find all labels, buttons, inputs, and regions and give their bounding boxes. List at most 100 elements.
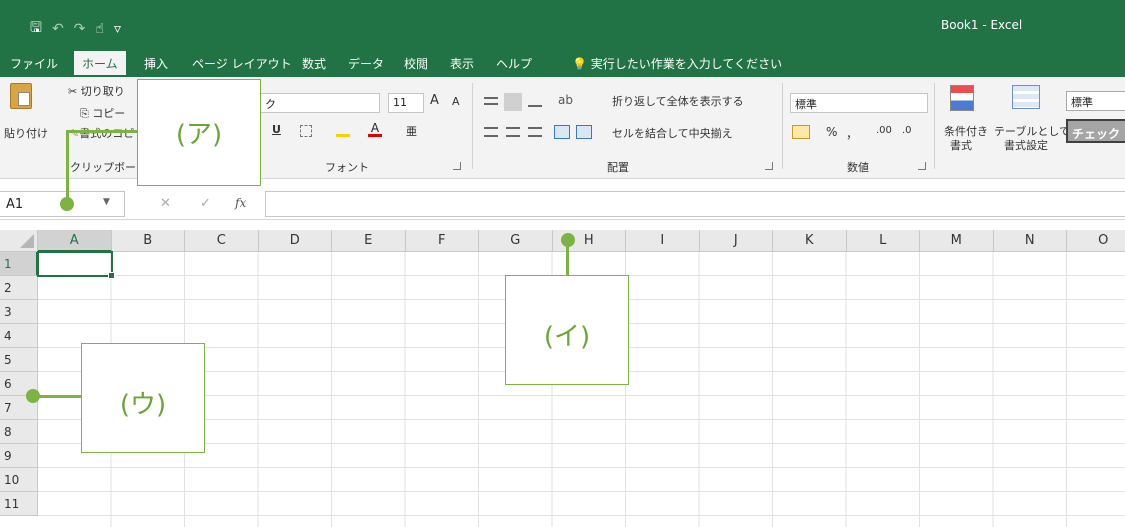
align-left-icon[interactable] [484, 127, 498, 137]
number-dialog-launcher-icon[interactable] [918, 162, 926, 170]
fill-color-icon[interactable] [336, 123, 350, 137]
format-as-table-icon[interactable] [1012, 85, 1040, 109]
format-painter-button[interactable]: ✎書式のコピ [70, 125, 134, 141]
alignment-dialog-launcher-icon[interactable] [765, 162, 773, 170]
clipboard-group-label: クリップボード [70, 161, 147, 174]
tab-data[interactable]: データ [348, 55, 384, 72]
row-header-10[interactable]: 10 [0, 468, 38, 492]
column-header-m[interactable]: M [920, 230, 994, 252]
column-header-n[interactable]: N [993, 230, 1067, 252]
column-header-o[interactable]: O [1067, 230, 1125, 252]
decrease-decimal-button[interactable]: .0 [902, 125, 912, 136]
tab-view[interactable]: 表示 [450, 55, 474, 72]
currency-icon[interactable] [792, 125, 810, 139]
enter-icon[interactable]: ✓ [200, 196, 211, 211]
row-header-11[interactable]: 11 [0, 492, 38, 516]
copy-icon: ⎘ [80, 107, 93, 120]
tab-page-layout[interactable]: ページ レイアウト [192, 55, 292, 72]
copy-button[interactable]: ⎘ コピー [80, 105, 125, 121]
border-icon[interactable] [300, 125, 312, 137]
tab-home[interactable]: ホーム [74, 51, 126, 77]
style-check-cell[interactable]: チェック [1066, 119, 1125, 143]
callout-a: (ア) [137, 79, 261, 186]
redo-icon[interactable]: ↷ [74, 21, 86, 37]
cancel-icon[interactable]: ✕ [160, 196, 171, 211]
underline-button[interactable]: U [272, 123, 281, 136]
tab-formulas[interactable]: 数式 [302, 55, 326, 72]
increase-decimal-button[interactable]: .00 [876, 125, 892, 136]
row-header-2[interactable]: 2 [0, 276, 38, 300]
row-header-8[interactable]: 8 [0, 420, 38, 444]
column-header-k[interactable]: K [773, 230, 847, 252]
grow-font-button[interactable]: A [430, 93, 439, 108]
column-header-i[interactable]: I [626, 230, 700, 252]
select-all-button[interactable] [0, 230, 38, 252]
save-icon[interactable]: 🖫 [30, 17, 42, 41]
insert-function-icon[interactable]: fx [235, 196, 246, 210]
group-divider [472, 83, 473, 169]
customize-qat-icon[interactable]: ▿ [114, 21, 121, 37]
font-dialog-launcher-icon[interactable] [453, 162, 461, 170]
callout-a-line-vertical [66, 130, 69, 207]
align-bottom-icon[interactable] [528, 99, 542, 107]
font-color-icon[interactable]: A [368, 122, 382, 137]
row-header-4[interactable]: 4 [0, 324, 38, 348]
style-normal[interactable]: 標準 [1066, 91, 1125, 111]
row-header-3[interactable]: 3 [0, 300, 38, 324]
callout-c: (ウ) [81, 343, 205, 453]
cut-button[interactable]: ✂ 切り取り [68, 83, 125, 99]
tab-insert[interactable]: 挿入 [144, 55, 168, 72]
column-header-j[interactable]: J [699, 230, 773, 252]
font-name-select[interactable]: ク [260, 93, 380, 113]
number-format-select[interactable]: 標準 [790, 93, 928, 113]
touch-mode-icon[interactable]: ☝ [95, 21, 104, 37]
conditional-formatting-label-2: 書式 [950, 139, 972, 152]
callout-b: (イ) [505, 275, 629, 385]
column-header-b[interactable]: B [111, 230, 185, 252]
quick-access-toolbar: 🖫 ↶ ↷ ☝ ▿ [30, 17, 121, 41]
paste-icon[interactable] [10, 83, 32, 109]
merge-center-button[interactable]: セルを結合して中央揃え [612, 125, 733, 141]
column-header-e[interactable]: E [332, 230, 406, 252]
alignment-group-label: 配置 [607, 161, 629, 174]
phonetic-icon[interactable]: 亜 [406, 123, 417, 139]
row-header-5[interactable]: 5 [0, 348, 38, 372]
comma-button[interactable]: ， [846, 125, 858, 142]
font-size-select[interactable]: 11 [388, 93, 424, 113]
conditional-formatting-icon[interactable] [950, 85, 974, 111]
callout-c-dot [26, 389, 40, 403]
chevron-down-icon[interactable]: ▼ [103, 197, 110, 207]
decrease-indent-icon[interactable] [554, 125, 570, 139]
callout-b-dot [561, 233, 575, 247]
align-top-icon[interactable] [484, 97, 498, 105]
formula-input[interactable] [265, 191, 1125, 217]
tell-me-box[interactable]: 💡 実行したい作業を入力してください [572, 55, 782, 72]
column-header-l[interactable]: L [846, 230, 920, 252]
align-right-icon[interactable] [528, 127, 542, 137]
callout-a-dot [60, 197, 74, 211]
tab-file[interactable]: ファイル [10, 55, 58, 72]
undo-icon[interactable]: ↶ [52, 21, 64, 37]
formula-bar: A1 ▼ ✕ ✓ fx [0, 187, 1125, 220]
row-header-9[interactable]: 9 [0, 444, 38, 468]
column-header-c[interactable]: C [185, 230, 259, 252]
column-header-d[interactable]: D [258, 230, 332, 252]
paste-button[interactable]: 貼り付け [4, 125, 48, 141]
percent-button[interactable]: % [826, 125, 837, 139]
font-group-label: フォント [325, 161, 369, 174]
column-header-a[interactable]: A [38, 230, 112, 252]
shrink-font-button[interactable]: A [452, 95, 460, 108]
wrap-text-button[interactable]: 折り返して全体を表示する [612, 93, 744, 109]
format-as-table-label-2: 書式設定 [1004, 139, 1048, 152]
tab-help[interactable]: ヘルプ [496, 55, 532, 72]
align-center-icon[interactable] [506, 127, 520, 137]
active-cell-a1[interactable] [37, 251, 115, 279]
align-middle-icon[interactable] [504, 93, 522, 111]
increase-indent-icon[interactable] [576, 125, 592, 139]
column-header-f[interactable]: F [405, 230, 479, 252]
tab-review[interactable]: 校閲 [404, 55, 428, 72]
orientation-icon[interactable]: ab [558, 93, 573, 107]
ribbon-tabs: ファイル ホーム 挿入 ページ レイアウト 数式 データ 校閲 表示 ヘルプ 💡… [0, 49, 1125, 77]
row-header-1[interactable]: 1 [0, 252, 38, 276]
column-header-g[interactable]: G [479, 230, 553, 252]
